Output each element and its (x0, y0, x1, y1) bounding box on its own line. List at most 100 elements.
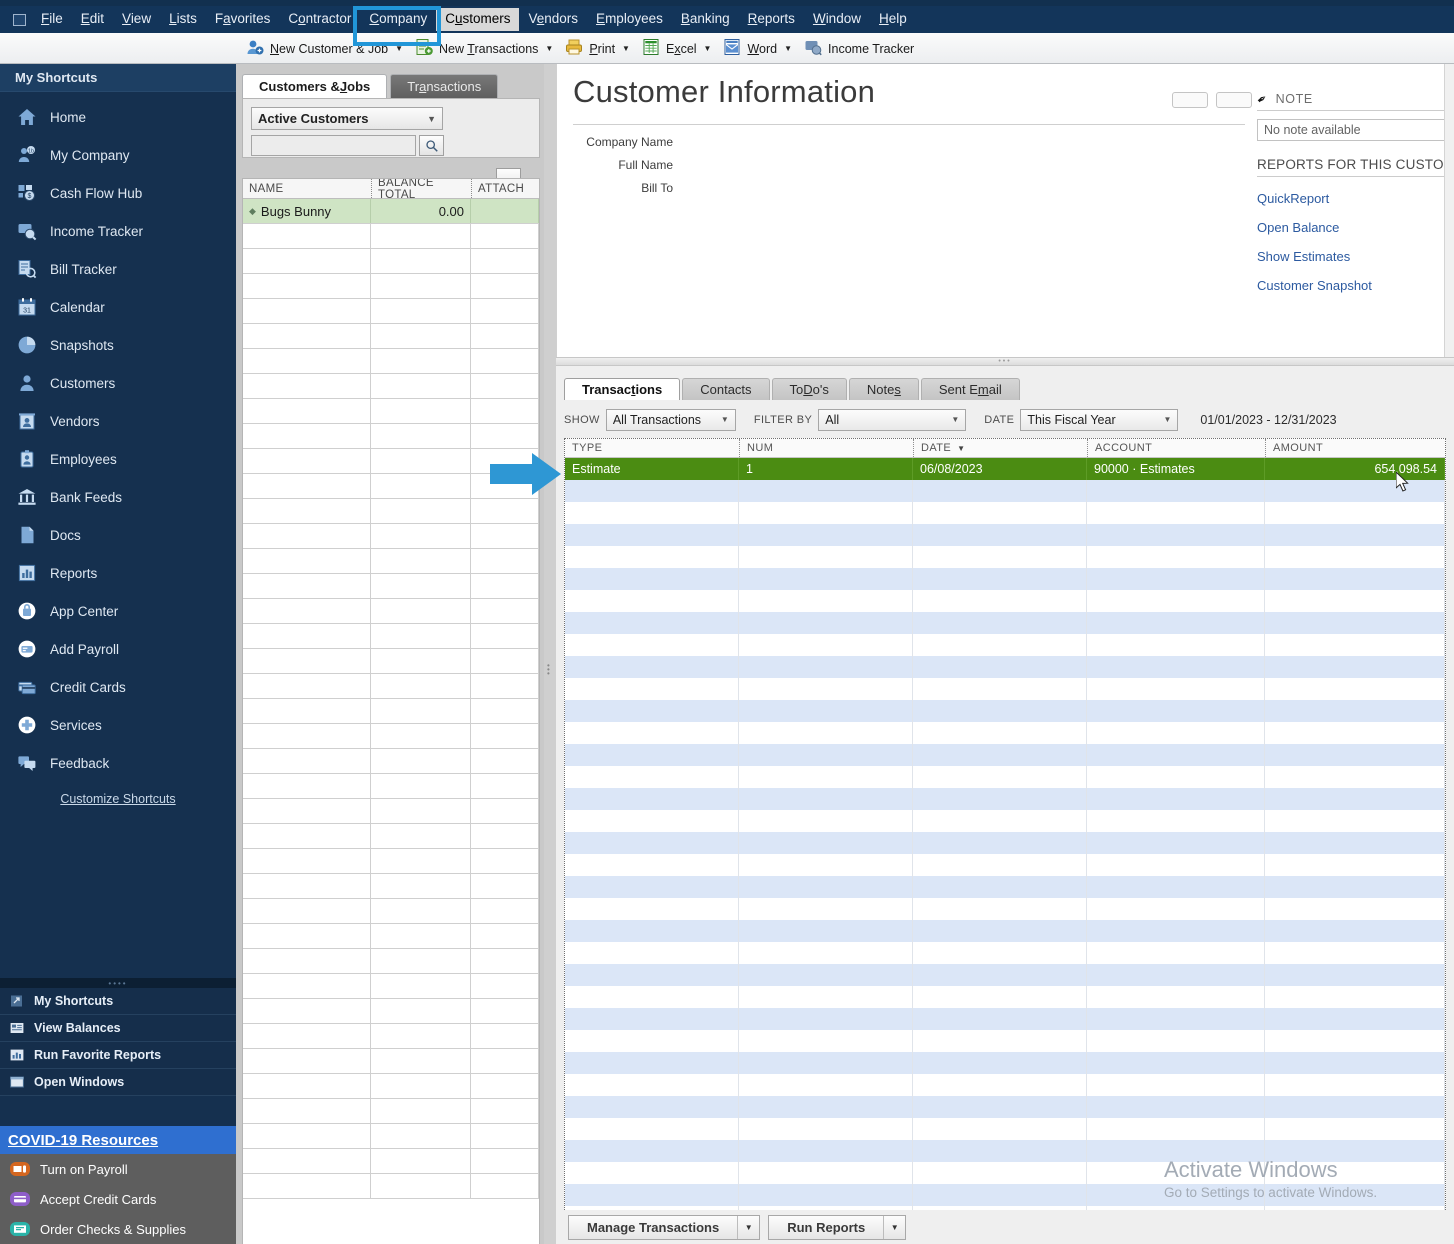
transaction-row-empty[interactable] (565, 1052, 1445, 1074)
transaction-row-empty[interactable] (565, 722, 1445, 744)
tab-customers-jobs[interactable]: Customers & Jobs (242, 74, 388, 98)
tab-notes[interactable]: Note s (848, 378, 919, 400)
customer-row-empty[interactable] (243, 724, 539, 749)
promo-turn-on-payroll[interactable]: Turn on Payroll (0, 1154, 236, 1184)
sidebar-item-calendar[interactable]: 31 Calendar (0, 288, 236, 326)
transaction-row-empty[interactable] (565, 678, 1445, 700)
column-header-attach[interactable]: ATTACH (471, 179, 539, 198)
sidebar-grip-handle[interactable]: •••• (0, 978, 236, 988)
tab-contacts[interactable]: Contacts (682, 378, 770, 400)
chevron-down-icon[interactable]: ▼ (883, 1215, 905, 1239)
column-header-date[interactable]: DATE ▼ (913, 439, 1087, 457)
excel-toolbar-button[interactable]: Excel ▼ (636, 36, 718, 62)
transaction-row-empty[interactable] (565, 1118, 1445, 1140)
chevron-down-icon[interactable]: ▼ (622, 44, 630, 53)
sidebar-item-bank-feeds[interactable]: Bank Feeds (0, 478, 236, 516)
sidebar-item-income-tracker[interactable]: Income Tracker (0, 212, 236, 250)
active-customers-dropdown[interactable]: Active Customers ▼ (251, 107, 443, 130)
additional-info-button[interactable] (1216, 92, 1252, 108)
sidebar-item-feedback[interactable]: Feedback (0, 744, 236, 782)
customer-search-input[interactable] (252, 136, 415, 155)
customer-row-empty[interactable] (243, 349, 539, 374)
sidebar-item-credit-cards[interactable]: Credit Cards (0, 668, 236, 706)
column-header-amount[interactable]: AMOUNT (1265, 439, 1445, 457)
filter-dropdown-date[interactable]: This Fiscal Year ▼ (1020, 408, 1179, 431)
customer-row-empty[interactable] (243, 1099, 539, 1124)
transaction-row-empty[interactable] (565, 656, 1445, 678)
sidebar-item-customers[interactable]: Customers (0, 364, 236, 402)
chevron-down-icon[interactable]: ▼ (737, 1215, 759, 1239)
menu-employees[interactable]: Employees (587, 8, 672, 31)
tab-sent-email[interactable]: Sent Em ail (920, 378, 1020, 400)
customer-row-empty[interactable] (243, 674, 539, 699)
column-header-type[interactable]: TYPE (565, 439, 739, 457)
menu-favorites[interactable]: Favorites (206, 8, 280, 31)
customer-row-empty[interactable] (243, 849, 539, 874)
column-header-num[interactable]: NUM (739, 439, 913, 457)
income-tracker-toolbar-button[interactable]: Income Tracker (798, 36, 920, 62)
customer-row[interactable]: ◆ Bugs Bunny 0.00 (243, 199, 539, 224)
transaction-row-empty[interactable] (565, 1162, 1445, 1184)
transaction-row[interactable]: Estimate 1 06/08/2023 90000 · Estimates 654,… (565, 458, 1445, 480)
sidebar-item-docs[interactable]: Docs (0, 516, 236, 554)
menu-edit[interactable]: Edit (72, 8, 113, 31)
customize-shortcuts-link[interactable]: Customize Shortcuts (0, 782, 236, 806)
customer-row-empty[interactable] (243, 624, 539, 649)
customer-row-empty[interactable] (243, 899, 539, 924)
run-reports-button[interactable]: Run Reports ▼ (768, 1214, 907, 1240)
filter-dropdown-show[interactable]: All Transactions ▼ (605, 408, 736, 431)
customer-search-button[interactable] (419, 135, 444, 156)
menu-banking[interactable]: Banking (672, 8, 739, 31)
transaction-row-empty[interactable] (565, 1008, 1445, 1030)
sidebar-item-add-payroll[interactable]: Add Payroll (0, 630, 236, 668)
menu-reports[interactable]: Reports (739, 8, 804, 31)
customer-row-empty[interactable] (243, 699, 539, 724)
tab-to-do-s[interactable]: To Do's (771, 378, 847, 400)
menu-company[interactable]: Company (360, 8, 436, 31)
transaction-row-empty[interactable] (565, 1074, 1445, 1096)
promo-accept-credit-cards[interactable]: Accept Credit Cards (0, 1184, 236, 1214)
transaction-row-empty[interactable] (565, 1184, 1445, 1206)
transaction-row-empty[interactable] (565, 832, 1445, 854)
sidebar-item-reports[interactable]: Reports (0, 554, 236, 592)
sidebar-item-services[interactable]: Services (0, 706, 236, 744)
tab-transactions[interactable]: Transactions (564, 378, 681, 400)
sidebar-panel-open-windows[interactable]: Open Windows (0, 1069, 236, 1096)
note-value[interactable]: No note available (1257, 119, 1454, 141)
sidebar-item-cash-flow-hub[interactable]: $ Cash Flow Hub (0, 174, 236, 212)
transaction-row-empty[interactable] (565, 590, 1445, 612)
customer-row-empty[interactable] (243, 1074, 539, 1099)
report-link-quickreport[interactable]: QuickReport (1257, 191, 1454, 206)
sidebar-item-employees[interactable]: Employees (0, 440, 236, 478)
transaction-row-empty[interactable] (565, 898, 1445, 920)
sidebar-item-app-center[interactable]: App Center (0, 592, 236, 630)
system-menu-icon[interactable] (6, 11, 32, 29)
report-link-open-balance[interactable]: Open Balance (1257, 220, 1454, 235)
sidebar-item-bill-tracker[interactable]: Bill Tracker (0, 250, 236, 288)
filter-dropdown-filter-by[interactable]: All ▼ (818, 408, 967, 431)
transaction-row-empty[interactable] (565, 744, 1445, 766)
customer-row-empty[interactable] (243, 799, 539, 824)
sidebar-item-snapshots[interactable]: Snapshots (0, 326, 236, 364)
transaction-row-empty[interactable] (565, 480, 1445, 502)
transaction-row-empty[interactable] (565, 546, 1445, 568)
word-toolbar-button[interactable]: Word ▼ (717, 36, 798, 62)
customer-row-empty[interactable] (243, 774, 539, 799)
transaction-row-empty[interactable] (565, 810, 1445, 832)
report-link-show-estimates[interactable]: Show Estimates (1257, 249, 1454, 264)
chevron-down-icon[interactable]: ▼ (704, 44, 712, 53)
covid-19-resources-link[interactable]: COVID-19 Resources (0, 1126, 236, 1154)
column-header-name[interactable]: NAME (243, 179, 371, 198)
customer-row-empty[interactable] (243, 649, 539, 674)
customer-row-empty[interactable] (243, 574, 539, 599)
customer-row-empty[interactable] (243, 1174, 539, 1199)
menu-lists[interactable]: Lists (160, 8, 206, 31)
report-link-customer-snapshot[interactable]: Customer Snapshot (1257, 278, 1454, 293)
customer-row-empty[interactable] (243, 1149, 539, 1174)
customer-row-empty[interactable] (243, 924, 539, 949)
customer-row-empty[interactable] (243, 374, 539, 399)
new-transactions-toolbar-button[interactable]: New Transactions ▼ (409, 36, 559, 62)
column-header-balance-total[interactable]: BALANCE TOTAL (371, 179, 471, 201)
transaction-row-empty[interactable] (565, 788, 1445, 810)
transaction-row-empty[interactable] (565, 942, 1445, 964)
